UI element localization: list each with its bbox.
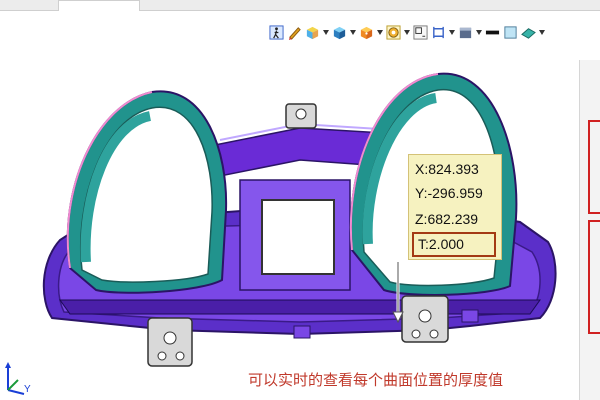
cad-viewport[interactable] <box>0 0 600 400</box>
thickness-box: T:2.000 <box>412 232 496 257</box>
caption-text: 可以实时的查看每个曲面位置的厚度值 <box>248 371 504 389</box>
readout-thickness: T:2.000 <box>418 236 464 252</box>
readout-x: X:824.393 <box>415 161 479 177</box>
axis-y-label: Y <box>24 384 31 395</box>
readout-z: Z:682.239 <box>415 211 479 227</box>
center-window <box>261 199 335 275</box>
readout-y: Y:-296.959 <box>415 185 483 201</box>
measurement-readout: X:824.393 Y:-296.959 Z:682.239 T:2.000 <box>408 154 502 260</box>
